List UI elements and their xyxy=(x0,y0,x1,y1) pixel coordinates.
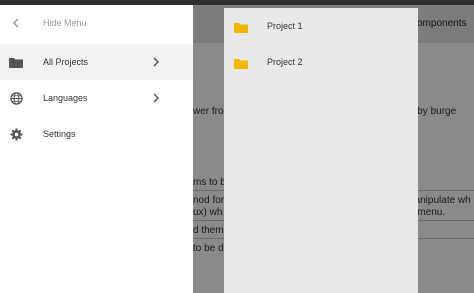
projects-submenu: Project 1 Project 2 xyxy=(224,8,418,293)
menu-item-settings[interactable]: Settings xyxy=(0,116,193,152)
folder-icon xyxy=(234,20,248,33)
project-label: Project 2 xyxy=(267,57,303,67)
project-item[interactable]: Project 1 xyxy=(224,8,418,44)
gear-icon xyxy=(9,127,23,141)
chevron-left-icon xyxy=(9,16,23,30)
side-menu: Hide Menu All Projects Languages Setting… xyxy=(0,5,193,293)
menu-item-all-projects[interactable]: All Projects xyxy=(0,44,193,80)
hide-menu-button[interactable]: Hide Menu xyxy=(0,5,193,41)
folder-icon xyxy=(9,55,23,69)
menu-item-label: All Projects xyxy=(43,57,89,67)
chevron-right-icon xyxy=(151,93,161,103)
background-text: ux) wh xyxy=(193,207,223,218)
menu-item-languages[interactable]: Languages xyxy=(0,80,193,116)
folder-icon xyxy=(234,56,248,69)
background-text: nod for xyxy=(193,195,225,206)
background-nav-text: omponents xyxy=(417,18,467,29)
globe-icon xyxy=(9,91,23,105)
menu-item-label: Languages xyxy=(43,93,88,103)
project-label: Project 1 xyxy=(267,21,303,31)
hide-menu-label: Hide Menu xyxy=(43,18,87,28)
project-item[interactable]: Project 2 xyxy=(224,44,418,80)
background-text: ms to b xyxy=(193,177,226,188)
menu-item-label: Settings xyxy=(43,129,76,139)
background-text: wer fro xyxy=(193,106,224,117)
chevron-right-icon xyxy=(151,57,161,67)
background-text: to be d xyxy=(193,243,224,254)
background-text: nanipulate wh xyxy=(409,195,471,206)
